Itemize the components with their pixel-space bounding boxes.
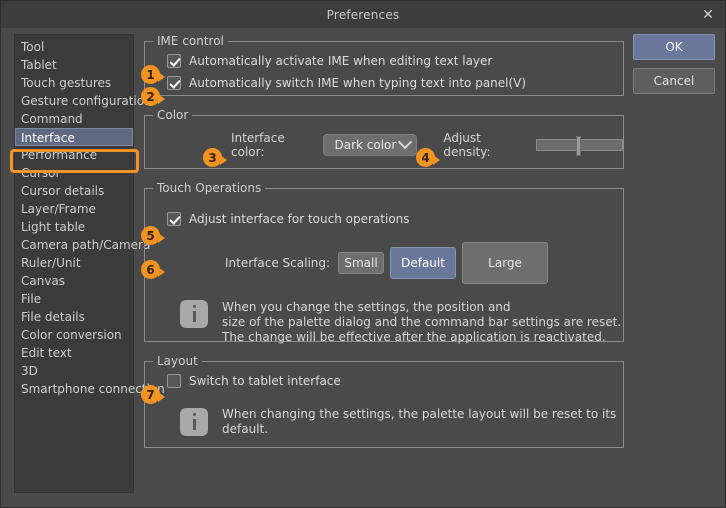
- badge-6: 6: [141, 260, 165, 279]
- ime-control-group: IME control 1 Automatically activate IME…: [141, 34, 624, 106]
- badge-7: 7: [141, 385, 165, 404]
- sidebar-item-performance[interactable]: Performance: [15, 146, 133, 164]
- sidebar-item-edit-text[interactable]: Edit text: [15, 344, 133, 362]
- sidebar-item-cursor[interactable]: Cursor: [15, 164, 133, 182]
- info-icon: [180, 300, 208, 328]
- dialog-actions: OK Cancel: [633, 34, 715, 102]
- sidebar-item-color-conversion[interactable]: Color conversion: [15, 326, 133, 344]
- adjust-interface-touch-row[interactable]: Adjust interface for touch operations: [167, 209, 623, 229]
- cancel-button[interactable]: Cancel: [633, 68, 715, 94]
- sidebar-item-command[interactable]: Command: [15, 110, 133, 128]
- auto-activate-ime-label: Automatically activate IME when editing …: [189, 54, 493, 68]
- badge-4: 4: [416, 148, 440, 167]
- dialog-body: Tool Tablet Touch gestures Gesture confi…: [1, 28, 725, 507]
- preferences-dialog: Preferences ✕ Tool Tablet Touch gestures…: [0, 0, 726, 508]
- sidebar-item-tool[interactable]: Tool: [15, 38, 133, 56]
- adjust-density-slider-thumb[interactable]: [576, 136, 582, 156]
- sidebar-item-3d[interactable]: 3D: [15, 362, 133, 380]
- ok-button[interactable]: OK: [633, 34, 715, 60]
- close-icon[interactable]: ✕: [691, 1, 725, 28]
- auto-activate-ime-row[interactable]: Automatically activate IME when editing …: [167, 51, 623, 71]
- switch-tablet-interface-label: Switch to tablet interface: [189, 374, 341, 388]
- sidebar-item-canvas[interactable]: Canvas: [15, 272, 133, 290]
- sidebar-item-smartphone-connection[interactable]: Smartphone connection: [15, 380, 165, 398]
- layout-info-box: When changing the settings, the palette …: [180, 407, 623, 437]
- auto-switch-ime-row[interactable]: Automatically switch IME when typing tex…: [167, 73, 623, 93]
- touch-info-box: When you change the settings, the positi…: [180, 300, 623, 345]
- touch-operations-group: Touch Operations 5 Adjust interface for …: [141, 181, 624, 345]
- switch-tablet-interface-row[interactable]: Switch to tablet interface: [167, 371, 623, 391]
- adjust-density-slider[interactable]: [535, 136, 623, 156]
- interface-scaling-label: Interface Scaling:: [225, 256, 331, 270]
- touch-info-text: When you change the settings, the positi…: [222, 300, 622, 344]
- badge-2: 2: [141, 87, 165, 106]
- switch-tablet-interface-checkbox[interactable]: [167, 374, 181, 388]
- layout-group: Layout 7 Switch to tablet interface When…: [141, 354, 624, 448]
- sidebar-item-interface[interactable]: Interface: [15, 128, 133, 146]
- interface-color-dropdown[interactable]: Dark color: [323, 134, 418, 156]
- title-bar: Preferences ✕: [1, 1, 725, 28]
- color-legend: Color: [157, 108, 189, 122]
- auto-switch-ime-label: Automatically switch IME when typing tex…: [189, 76, 527, 90]
- sidebar-item-file-details[interactable]: File details: [15, 308, 133, 326]
- category-sidebar[interactable]: Tool Tablet Touch gestures Gesture confi…: [14, 34, 165, 493]
- auto-switch-ime-checkbox[interactable]: [167, 76, 181, 90]
- badge-5: 5: [141, 226, 165, 245]
- auto-activate-ime-checkbox[interactable]: [167, 54, 181, 68]
- touch-operations-legend: Touch Operations: [157, 181, 262, 195]
- sidebar-item-light-table[interactable]: Light table: [15, 218, 133, 236]
- interface-color-row: 3 Interface color: Dark color 4 Adjust d…: [145, 131, 623, 167]
- layout-legend: Layout: [157, 354, 198, 368]
- interface-color-label: Interface color:: [231, 131, 285, 159]
- adjust-interface-touch-label: Adjust interface for touch operations: [189, 212, 410, 226]
- sidebar-item-touch-gestures[interactable]: Touch gestures: [15, 74, 133, 92]
- scaling-small-button[interactable]: Small: [338, 252, 385, 274]
- sidebar-item-layer-frame[interactable]: Layer/Frame: [15, 200, 133, 218]
- badge-1: 1: [141, 65, 165, 84]
- info-icon: [180, 408, 208, 436]
- sidebar-item-tablet[interactable]: Tablet: [15, 56, 133, 74]
- adjust-interface-touch-checkbox[interactable]: [167, 212, 181, 226]
- settings-panel: IME control 1 Automatically activate IME…: [141, 34, 624, 460]
- ime-control-legend: IME control: [157, 34, 224, 48]
- color-group: Color 3 Interface color: Dark color 4 Ad…: [144, 108, 624, 169]
- sidebar-item-cursor-details[interactable]: Cursor details: [15, 182, 133, 200]
- adjust-density-label: Adjust density:: [443, 131, 491, 159]
- sidebar-item-camera-path-camera[interactable]: Camera path/Camera: [15, 236, 150, 254]
- chevron-down-icon: [398, 135, 413, 150]
- interface-scaling-row: Interface Scaling: Small Default Large: [225, 242, 623, 284]
- scaling-default-button[interactable]: Default: [390, 247, 457, 279]
- sidebar-item-gesture-configuration[interactable]: Gesture configuration: [15, 92, 152, 110]
- badge-3: 3: [203, 148, 227, 167]
- interface-color-value: Dark color: [334, 138, 397, 152]
- window-title: Preferences: [326, 7, 400, 22]
- sidebar-item-ruler-unit[interactable]: Ruler/Unit: [15, 254, 133, 272]
- sidebar-item-file[interactable]: File: [15, 290, 133, 308]
- layout-info-text: When changing the settings, the palette …: [222, 407, 617, 436]
- scaling-large-button[interactable]: Large: [462, 242, 549, 284]
